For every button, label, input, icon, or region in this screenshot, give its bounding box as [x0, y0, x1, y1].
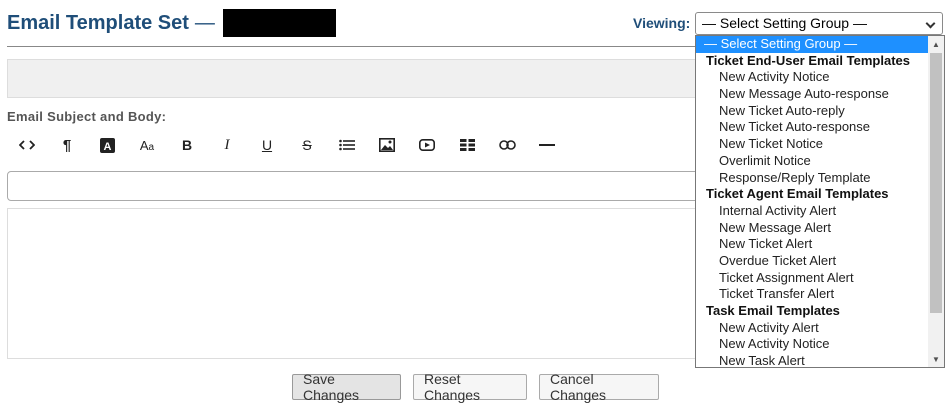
font-color-icon[interactable]: A	[87, 133, 127, 157]
dropdown-option[interactable]: New Message Alert	[696, 220, 928, 237]
dropdown-option[interactable]: New Task Alert	[696, 353, 928, 367]
subject-body-label: Email Subject and Body:	[7, 109, 167, 124]
video-icon[interactable]	[407, 133, 447, 157]
page-title-text: Email Template Set	[7, 11, 189, 34]
dropdown-group-label: Task Email Templates	[706, 303, 840, 318]
unordered-list-icon[interactable]	[327, 133, 367, 157]
dropdown-option[interactable]: Ticket Transfer Alert	[696, 286, 928, 303]
image-icon[interactable]	[367, 133, 407, 157]
dropdown-option[interactable]: New Activity Alert	[696, 320, 928, 337]
chevron-down-icon	[925, 18, 936, 29]
save-changes-button[interactable]: Save Changes	[292, 371, 401, 403]
dropdown-option[interactable]: New Message Auto-response	[696, 86, 928, 103]
dropdown-option[interactable]: New Activity Notice	[696, 69, 928, 86]
dropdown-option[interactable]: Response/Reply Template	[696, 170, 928, 187]
strikethrough-icon[interactable]: S	[287, 133, 327, 157]
svg-text:A: A	[103, 141, 111, 153]
link-icon[interactable]	[487, 133, 527, 157]
dropdown-group-label: Ticket End-User Email Templates	[706, 52, 910, 68]
dropdown-group-label: Ticket Agent Email Templates	[706, 186, 889, 202]
dropdown-option[interactable]: — Select Setting Group —	[696, 36, 928, 53]
dropdown-option[interactable]: New Ticket Auto-response	[696, 119, 928, 136]
dropdown-option[interactable]: Overdue Ticket Alert	[696, 253, 928, 270]
setting-group-select[interactable]: — Select Setting Group —	[695, 12, 943, 35]
code-view-icon[interactable]	[7, 133, 47, 157]
dropdown-option[interactable]: New Ticket Alert	[696, 236, 928, 253]
bold-icon[interactable]: B	[167, 133, 207, 157]
reset-changes-button[interactable]: Reset Changes	[413, 371, 527, 403]
viewing-label: Viewing:	[633, 15, 691, 31]
scroll-up-icon[interactable]: ▲	[928, 36, 944, 52]
redacted-block	[222, 9, 336, 37]
italic-icon[interactable]: I	[207, 133, 247, 157]
page-title: Email Template Set —	[7, 9, 336, 37]
setting-group-dropdown[interactable]: — Select Setting Group — Ticket End-User …	[695, 35, 945, 368]
dropdown-option[interactable]: New Activity Notice	[696, 336, 928, 353]
table-icon[interactable]	[447, 133, 487, 157]
horizontal-rule-icon[interactable]	[527, 133, 567, 157]
dropdown-option[interactable]: Internal Activity Alert	[696, 203, 928, 220]
setting-group-select-value: — Select Setting Group —	[702, 15, 867, 31]
dropdown-options: — Select Setting Group — Ticket End-User …	[696, 36, 928, 367]
cancel-changes-button[interactable]: Cancel Changes	[539, 371, 659, 403]
dropdown-scrollbar[interactable]: ▲ ▼	[928, 36, 944, 367]
underline-icon[interactable]: U	[247, 133, 287, 157]
paragraph-icon[interactable]: ¶	[47, 133, 87, 157]
dropdown-option[interactable]: Ticket Assignment Alert	[696, 270, 928, 287]
scroll-down-icon[interactable]: ▼	[928, 351, 944, 367]
font-size-icon[interactable]: Aa	[127, 133, 167, 157]
title-dash: —	[194, 11, 215, 34]
dropdown-option[interactable]: New Ticket Auto-reply	[696, 103, 928, 120]
scroll-thumb[interactable]	[930, 53, 942, 313]
dropdown-option[interactable]: New Ticket Notice	[696, 136, 928, 153]
dropdown-option[interactable]: Overlimit Notice	[696, 153, 928, 170]
